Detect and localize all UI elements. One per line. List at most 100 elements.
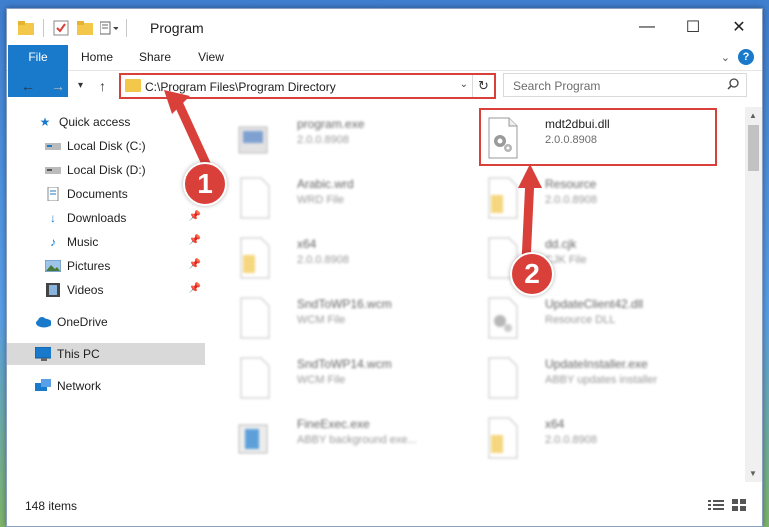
- search-input[interactable]: Search Program: [503, 73, 747, 97]
- sidebar-item-local-disk-d[interactable]: Local Disk (D:): [7, 159, 205, 181]
- navigation-pane: ★ Quick access Local Disk (C:) Local Dis…: [7, 107, 207, 482]
- file-name: Resource: [545, 177, 597, 191]
- blank-file-icon: [240, 357, 270, 399]
- address-path[interactable]: C:\Program Files\Program Directory: [145, 80, 336, 94]
- sidebar-item-music[interactable]: ♪ Music 📌: [7, 231, 205, 253]
- maximize-button[interactable]: ☐: [670, 9, 716, 45]
- drive-icon: [45, 139, 61, 153]
- scroll-up-arrow-icon[interactable]: ▲: [749, 111, 757, 120]
- file-version: 2.0.0.8908: [545, 434, 597, 446]
- scroll-down-arrow-icon[interactable]: ▼: [749, 469, 757, 478]
- view-toggle-group: [708, 499, 746, 514]
- properties-check-icon[interactable]: [52, 19, 70, 37]
- details-view-icon[interactable]: [708, 499, 724, 514]
- file-name: UpdateInstaller.exe: [545, 357, 648, 371]
- file-item[interactable]: x64 2.0.0.8908: [217, 231, 467, 283]
- file-item[interactable]: FineExec.exe ABBY background exe...: [217, 411, 467, 463]
- sidebar-item-local-disk-c[interactable]: Local Disk (C:): [7, 135, 205, 157]
- address-bar[interactable]: C:\Program Files\Program Directory ⌄ ↻: [119, 73, 496, 99]
- star-icon: ★: [39, 115, 51, 129]
- music-icon: ♪: [50, 235, 56, 249]
- search-placeholder: Search Program: [513, 79, 601, 93]
- item-count: 148 items: [25, 499, 78, 513]
- help-icon[interactable]: ?: [738, 49, 754, 65]
- scroll-thumb[interactable]: [748, 125, 759, 171]
- minimize-button[interactable]: —: [624, 9, 670, 45]
- file-version: 2.0.0.8908: [297, 134, 349, 146]
- file-item[interactable]: program.exe 2.0.0.8908: [217, 111, 467, 163]
- sidebar-item-label: Pictures: [67, 259, 111, 273]
- dll-gear-icon: [488, 297, 518, 339]
- file-item[interactable]: Arabic.wrd WRD File: [217, 171, 467, 223]
- pin-icon[interactable]: 📌: [189, 235, 201, 246]
- refresh-icon[interactable]: ↻: [472, 75, 494, 97]
- file-type: ABBY background exe...: [297, 434, 417, 446]
- tiles-view-icon[interactable]: [732, 499, 746, 514]
- pin-icon[interactable]: 📌: [189, 283, 201, 294]
- vertical-scrollbar[interactable]: ▲ ▼: [745, 107, 762, 482]
- sidebar-item-onedrive[interactable]: OneDrive: [7, 311, 205, 333]
- file-item[interactable]: dd.cjk CJK File: [465, 231, 715, 283]
- file-type: WCM File: [297, 374, 346, 386]
- callout-2: 2: [510, 252, 554, 296]
- sidebar-item-this-pc[interactable]: This PC: [7, 343, 205, 365]
- expand-ribbon-chevron-icon[interactable]: ⌄: [721, 51, 730, 64]
- forward-arrow-icon[interactable]: →: [51, 78, 65, 94]
- file-type: WCM File: [297, 314, 346, 326]
- file-item[interactable]: Resource 2.0.0.8908: [465, 171, 715, 223]
- sidebar-item-label: Local Disk (D:): [67, 163, 146, 177]
- file-item[interactable]: SndToWP14.wcm WCM File: [217, 351, 467, 403]
- file-name: FineExec.exe: [297, 417, 370, 431]
- file-name: program.exe: [297, 117, 365, 131]
- file-version: 2.0.0.8908: [297, 254, 349, 266]
- search-icon[interactable]: [727, 78, 739, 93]
- folder-icon[interactable]: [17, 19, 35, 37]
- folder-icon: [125, 79, 141, 92]
- sidebar-item-downloads[interactable]: ↓ Downloads 📌: [7, 207, 205, 229]
- file-list: program.exe 2.0.0.8908 mdt2dbui.dll 2.0.…: [207, 107, 742, 482]
- customize-toolbar-icon[interactable]: [100, 19, 118, 37]
- sidebar-item-documents[interactable]: Documents: [7, 183, 205, 205]
- sidebar-item-label: Local Disk (C:): [67, 139, 146, 153]
- divider: [126, 19, 127, 37]
- file-name: x64: [545, 417, 565, 431]
- file-type: WRD File: [297, 194, 345, 206]
- folder-file-icon: [488, 417, 518, 459]
- tab-view[interactable]: View: [191, 45, 231, 70]
- tab-home[interactable]: Home: [77, 45, 117, 70]
- pin-icon[interactable]: 📌: [189, 259, 201, 270]
- videos-icon: [45, 283, 61, 297]
- quick-access-toolbar: [17, 19, 129, 37]
- tab-share[interactable]: Share: [133, 45, 177, 70]
- file-type: Resource DLL: [545, 314, 616, 326]
- close-button[interactable]: ✕: [716, 9, 762, 45]
- exe-icon: [238, 126, 268, 154]
- explorer-window: Program — ☐ ✕ File Home Share View ⌄ ? ←…: [6, 8, 763, 527]
- sidebar-item-videos[interactable]: Videos 📌: [7, 279, 205, 301]
- callout-1: 1: [183, 162, 227, 206]
- sidebar-item-network[interactable]: Network: [7, 375, 205, 397]
- sidebar-item-label: Network: [57, 379, 102, 393]
- status-bar: 148 items: [7, 494, 762, 518]
- file-name: dd.cjk: [545, 237, 577, 251]
- folder-file-icon: [488, 177, 518, 219]
- sidebar-item-quick-access[interactable]: ★ Quick access: [7, 111, 205, 133]
- computer-icon: [35, 347, 51, 361]
- new-folder-icon[interactable]: [76, 19, 94, 37]
- network-icon: [35, 379, 51, 393]
- file-item[interactable]: SndToWP16.wcm WCM File: [217, 291, 467, 343]
- pin-icon[interactable]: 📌: [189, 211, 201, 222]
- up-arrow-icon[interactable]: ↑: [99, 78, 106, 94]
- file-name: UpdateClient42.dll: [545, 297, 644, 311]
- downloads-icon: ↓: [50, 211, 56, 225]
- ribbon-tabs: File Home Share View ⌄ ?: [7, 45, 762, 97]
- file-item[interactable]: x64 2.0.0.8908: [465, 411, 715, 463]
- file-item[interactable]: UpdateClient42.dll Resource DLL: [465, 291, 715, 343]
- recent-locations-chevron-icon[interactable]: ▾: [78, 80, 83, 91]
- address-dropdown-chevron-icon[interactable]: ⌄: [460, 79, 468, 90]
- sidebar-item-pictures[interactable]: Pictures 📌: [7, 255, 205, 277]
- sidebar-item-label: Documents: [67, 187, 128, 201]
- back-arrow-icon[interactable]: ←: [21, 78, 35, 94]
- file-item[interactable]: UpdateInstaller.exe ABBY updates install…: [465, 351, 715, 403]
- cloud-icon: [35, 315, 51, 329]
